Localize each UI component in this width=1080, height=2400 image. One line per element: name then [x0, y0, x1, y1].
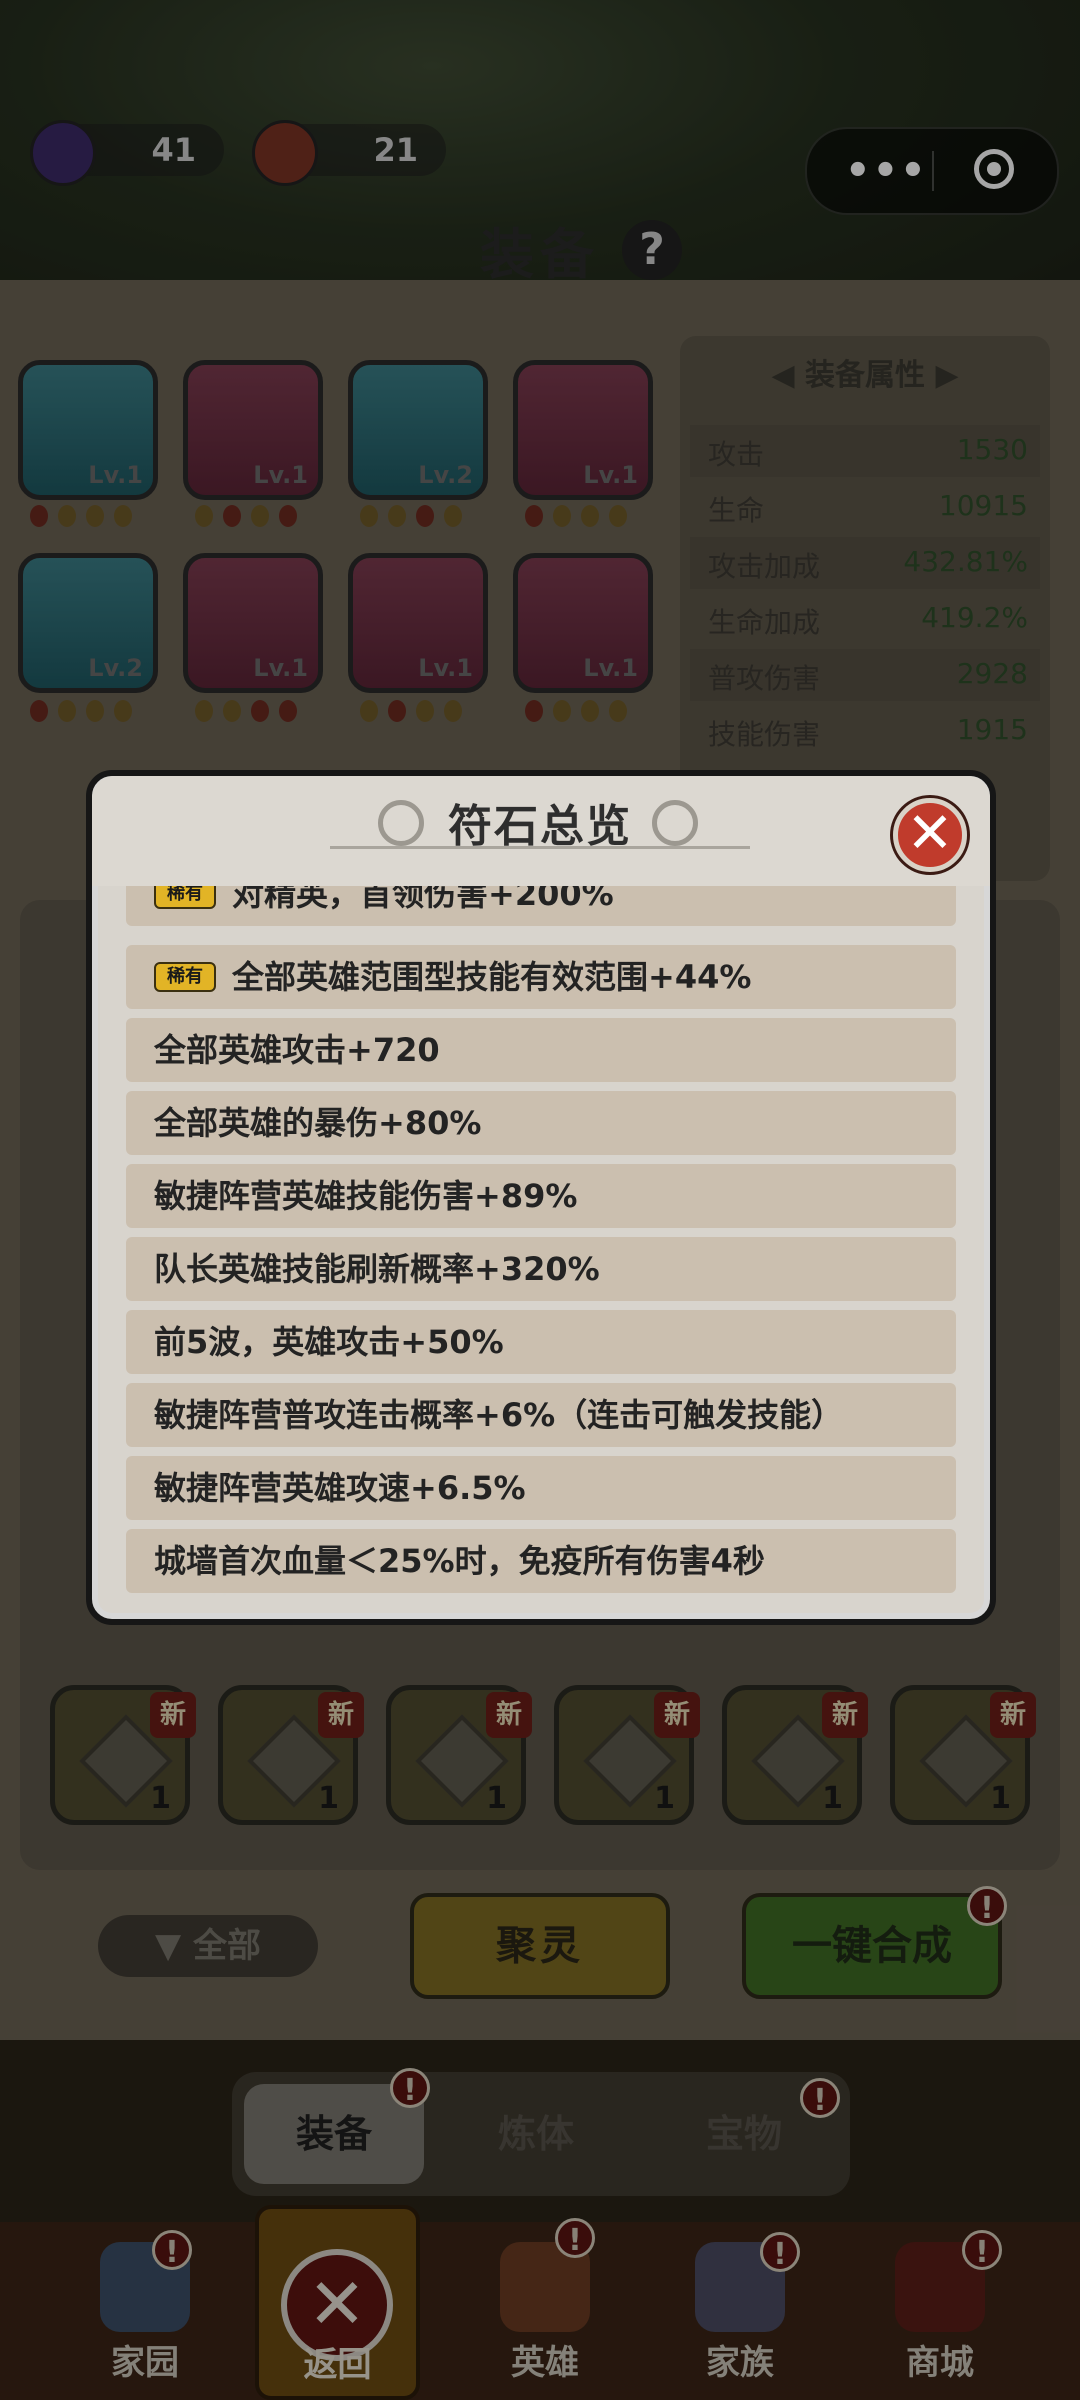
- effect-row: 前5波，英雄攻击+50%: [126, 1310, 956, 1374]
- effect-text: 队长英雄技能刷新概率+320%: [154, 1250, 600, 1288]
- effect-text: 敏捷阵营普攻连击概率+6%（连击可触发技能）: [154, 1396, 844, 1434]
- close-button[interactable]: ✕: [893, 798, 967, 872]
- effect-row: 敏捷阵营英雄技能伤害+89%: [126, 1164, 956, 1228]
- effect-text: 对精英，首领伤害+200%: [232, 886, 614, 913]
- rune-effect-list[interactable]: 稀有 对精英，首领伤害+200% 稀有 全部英雄范围型技能有效范围+44% 全部…: [112, 886, 968, 1602]
- effect-row: 全部英雄攻击+720: [126, 1018, 956, 1082]
- rare-tag: 稀有: [154, 886, 216, 909]
- effect-row: 城墙首次血量＜25%时，免疫所有伤害4秒: [126, 1529, 956, 1593]
- effect-text: 敏捷阵营英雄攻速+6.5%: [154, 1469, 526, 1507]
- effect-text: 全部英雄攻击+720: [154, 1031, 440, 1069]
- effect-row: 敏捷阵营英雄攻速+6.5%: [126, 1456, 956, 1520]
- close-icon: ✕: [906, 801, 954, 866]
- effect-text: 前5波，英雄攻击+50%: [154, 1323, 504, 1361]
- rare-tag: 稀有: [154, 962, 216, 992]
- effect-row: 稀有 对精英，首领伤害+200%: [126, 886, 956, 926]
- effect-row: 敏捷阵营普攻连击概率+6%（连击可触发技能）: [126, 1383, 956, 1447]
- effect-text: 城墙首次血量＜25%时，免疫所有伤害4秒: [154, 1542, 765, 1580]
- effect-text: 全部英雄范围型技能有效范围+44%: [232, 958, 752, 996]
- effect-row: 稀有 全部英雄范围型技能有效范围+44%: [126, 945, 956, 1009]
- effect-row: 全部英雄的暴伤+80%: [126, 1091, 956, 1155]
- effect-text: 全部英雄的暴伤+80%: [154, 1104, 482, 1142]
- effect-row: 队长英雄技能刷新概率+320%: [126, 1237, 956, 1301]
- dialog-title: 符石总览: [448, 801, 632, 852]
- effect-text: 敏捷阵营英雄技能伤害+89%: [154, 1177, 578, 1215]
